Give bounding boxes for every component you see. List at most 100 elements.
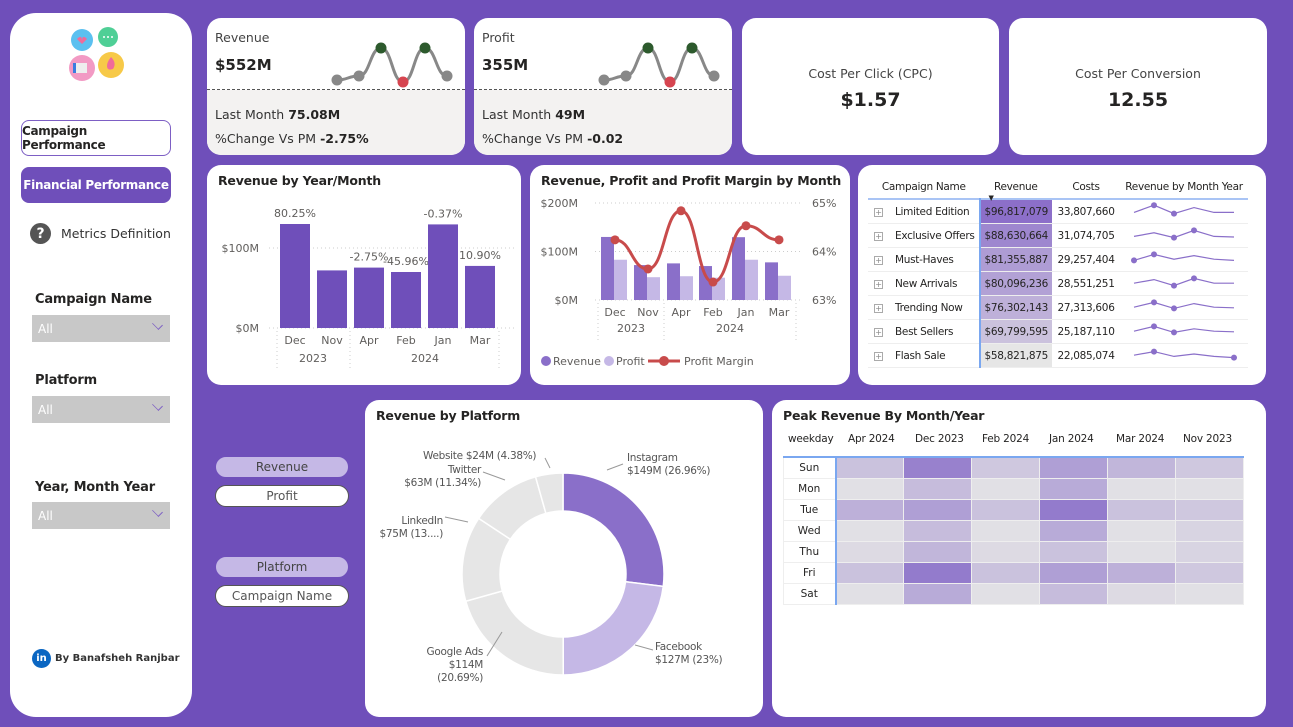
cpconv-value: 12.55 bbox=[1107, 89, 1169, 111]
revenue-bar bbox=[667, 263, 680, 300]
heatmap-cell[interactable] bbox=[835, 582, 904, 605]
profit-trend-sparkline bbox=[598, 42, 720, 88]
toggle-campaign-name[interactable]: Campaign Name bbox=[215, 585, 349, 607]
trend-point bbox=[353, 70, 365, 82]
heatmap-cell[interactable] bbox=[903, 582, 972, 605]
heatmap-cell[interactable] bbox=[1039, 582, 1108, 605]
heatmap-cell[interactable] bbox=[1175, 456, 1244, 479]
heatmap-cell[interactable] bbox=[1175, 540, 1244, 563]
costs-cell: 31,074,705 bbox=[1052, 223, 1121, 248]
expand-icon[interactable]: + bbox=[874, 351, 883, 361]
col-header-sparkline[interactable]: Revenue by Month Year bbox=[1120, 175, 1248, 199]
heatmap-cell[interactable] bbox=[903, 519, 972, 542]
platform-dropdown[interactable]: All bbox=[32, 396, 170, 423]
heatmap-cell[interactable] bbox=[971, 456, 1040, 479]
heatmap-cell[interactable] bbox=[835, 519, 904, 542]
toggle-revenue[interactable]: Revenue bbox=[215, 456, 349, 478]
x-tick-label: Jan bbox=[737, 306, 755, 319]
trend-point bbox=[331, 74, 343, 86]
heatmap-cell[interactable] bbox=[1107, 456, 1176, 479]
nav-campaign-performance[interactable]: Campaign Performance bbox=[21, 120, 171, 156]
heatmap-cell[interactable] bbox=[835, 477, 904, 500]
heatmap-cell[interactable] bbox=[1039, 540, 1108, 563]
metrics-definition-link[interactable]: ? Metrics Definition bbox=[30, 223, 171, 244]
heatmap-cell[interactable] bbox=[1107, 498, 1176, 521]
heatmap-cell[interactable] bbox=[903, 540, 972, 563]
toggle-platform[interactable]: Platform bbox=[215, 556, 349, 578]
col-header-costs[interactable]: Costs bbox=[1052, 175, 1120, 199]
help-icon: ? bbox=[30, 223, 51, 244]
revenue-kpi-card: Revenue $552M Last Month 75.08M %Change … bbox=[207, 18, 465, 155]
heatmap-cell[interactable] bbox=[971, 477, 1040, 500]
heatmap-cell[interactable] bbox=[971, 540, 1040, 563]
table-row[interactable]: + Flash Sale $58,821,875 22,085,074 bbox=[868, 343, 1249, 368]
leader-line bbox=[482, 471, 506, 481]
trend-point bbox=[375, 42, 387, 54]
bar-mar bbox=[465, 265, 495, 328]
trend-line bbox=[336, 46, 448, 84]
table-row[interactable]: + Limited Edition $96,817,079 33,807,660 bbox=[868, 199, 1249, 224]
revenue-cell: $81,355,887 bbox=[978, 247, 1053, 272]
expand-icon[interactable]: + bbox=[874, 279, 883, 289]
heatmap-cell[interactable] bbox=[1175, 582, 1244, 605]
heatmap-cell[interactable] bbox=[903, 561, 972, 584]
heatmap-cell[interactable] bbox=[971, 519, 1040, 542]
toggle-profit[interactable]: Profit bbox=[215, 485, 349, 507]
sparkline-cell bbox=[1120, 223, 1249, 248]
expand-icon[interactable]: + bbox=[874, 255, 883, 265]
heatmap-cell[interactable] bbox=[971, 561, 1040, 584]
heatmap-cell[interactable] bbox=[1107, 519, 1176, 542]
campaign-name: Limited Edition bbox=[895, 205, 970, 218]
combo-chart: $0M 63% $100M 64% $200M 65% Dec Nov Apr Feb Jan Mar… bbox=[541, 197, 837, 368]
col-header-campaign[interactable]: Campaign Name bbox=[868, 175, 980, 199]
heatmap-cell[interactable] bbox=[1107, 561, 1176, 584]
heatmap-cell[interactable] bbox=[1107, 477, 1176, 500]
heatmap-cell[interactable] bbox=[1039, 477, 1108, 500]
kpi-label: Revenue bbox=[215, 30, 270, 45]
table-row[interactable]: + Trending Now $76,302,143 27,313,606 bbox=[868, 295, 1249, 320]
nav-financial-performance[interactable]: Financial Performance bbox=[21, 167, 171, 203]
heatmap-cell[interactable] bbox=[835, 498, 904, 521]
expand-icon[interactable]: + bbox=[874, 303, 883, 313]
donut-label-website: Website $24M (4.38%) bbox=[423, 450, 537, 462]
heatmap-cell[interactable] bbox=[1175, 498, 1244, 521]
heatmap-cell[interactable] bbox=[1107, 582, 1176, 605]
heatmap-cell[interactable] bbox=[1107, 540, 1176, 563]
heatmap-cell[interactable] bbox=[835, 561, 904, 584]
x-tick-label: Nov bbox=[321, 334, 343, 347]
expand-icon[interactable]: + bbox=[874, 207, 883, 217]
col-header-revenue[interactable]: Revenue ▼ bbox=[980, 175, 1053, 203]
heatmap-cell[interactable] bbox=[835, 456, 904, 479]
expand-icon[interactable]: + bbox=[874, 231, 883, 241]
x-tick-label: Apr bbox=[671, 306, 691, 319]
heatmap-cell[interactable] bbox=[971, 582, 1040, 605]
revenue-trend-sparkline bbox=[331, 42, 453, 88]
table-row[interactable]: + New Arrivals $80,096,236 28,551,251 bbox=[868, 271, 1249, 296]
kpi-value: 355M bbox=[482, 56, 529, 74]
header-text: Revenue bbox=[993, 180, 1038, 193]
heatmap-cell[interactable] bbox=[1175, 519, 1244, 542]
month-year-dropdown[interactable]: All bbox=[32, 502, 170, 529]
heatmap-cell[interactable] bbox=[1039, 498, 1108, 521]
heatmap-cell[interactable] bbox=[903, 456, 972, 479]
heatmap-column-header: Dec 2023 bbox=[915, 433, 964, 445]
heatmap-cell[interactable] bbox=[971, 498, 1040, 521]
author-link[interactable]: in By Banafsheh Ranjbar bbox=[32, 649, 180, 668]
heatmap-cell[interactable] bbox=[835, 540, 904, 563]
heatmap-cell[interactable] bbox=[1175, 561, 1244, 584]
expand-icon[interactable]: + bbox=[874, 327, 883, 337]
table-row[interactable]: + Exclusive Offers $88,630,664 31,074,705 bbox=[868, 223, 1249, 248]
heatmap-cell[interactable] bbox=[1039, 519, 1108, 542]
heatmap-cell[interactable] bbox=[903, 498, 972, 521]
heatmap-cell[interactable] bbox=[1039, 456, 1108, 479]
profit-bar bbox=[745, 259, 758, 300]
table-row[interactable]: + Must-Haves $81,355,887 29,257,404 bbox=[868, 247, 1249, 272]
bar-nov bbox=[317, 270, 347, 328]
campaign-name-dropdown[interactable]: All bbox=[32, 315, 170, 342]
heatmap-cell[interactable] bbox=[1175, 477, 1244, 500]
heatmap-cell[interactable] bbox=[1039, 561, 1108, 584]
filter-label-campaign: Campaign Name bbox=[35, 292, 152, 307]
legend-profit-margin: Profit Margin bbox=[684, 355, 754, 368]
table-row[interactable]: + Best Sellers $69,799,595 25,187,110 bbox=[868, 319, 1249, 344]
heatmap-cell[interactable] bbox=[903, 477, 972, 500]
